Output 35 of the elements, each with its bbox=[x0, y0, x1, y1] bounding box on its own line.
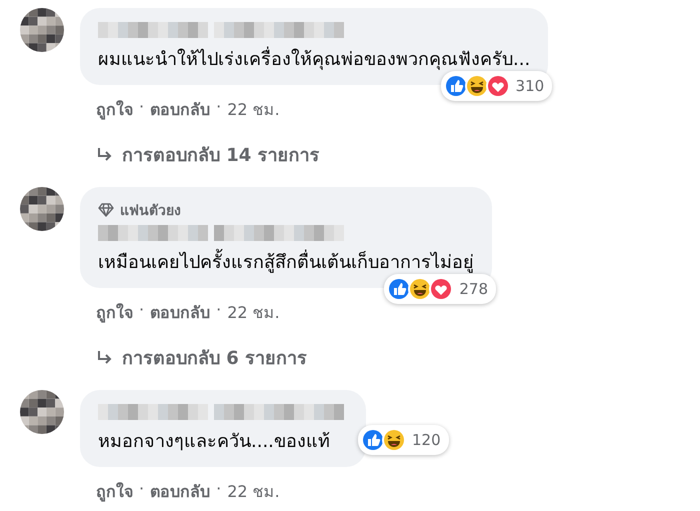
action-link[interactable]: ถูกใจ bbox=[96, 300, 133, 325]
separator-dot: · bbox=[216, 300, 222, 321]
laughing-face-icon bbox=[464, 74, 489, 98]
action-link[interactable]: ตอบกลับ bbox=[150, 300, 210, 325]
action-link[interactable]: ถูกใจ bbox=[96, 97, 133, 122]
action-link[interactable]: ถูกใจ bbox=[96, 479, 133, 504]
timestamp[interactable]: 22 ชม. bbox=[227, 479, 280, 504]
reaction-count[interactable]: 278 bbox=[384, 274, 496, 304]
separator-dot: · bbox=[139, 479, 144, 500]
view-replies-link[interactable]: การตอบกลับ 14 รายการ bbox=[122, 140, 320, 169]
separator-dot: · bbox=[139, 97, 144, 118]
heart-icon bbox=[429, 277, 454, 301]
heart-icon bbox=[486, 74, 510, 98]
laughing-face-icon bbox=[382, 428, 406, 452]
laughing-face-icon bbox=[408, 277, 432, 301]
separator-dot: · bbox=[139, 300, 144, 321]
diamond-icon bbox=[98, 203, 114, 217]
reply-arrow-icon bbox=[96, 348, 114, 366]
thumbs-up-icon bbox=[444, 74, 468, 98]
separator-dot: · bbox=[216, 97, 222, 118]
reaction-count[interactable]: 120 bbox=[358, 424, 449, 454]
reaction-count[interactable]: 310 bbox=[440, 71, 552, 101]
timestamp[interactable]: 22 ชม. bbox=[227, 97, 280, 122]
comment-text: หมอกจางๆและควัน....ของแท้ bbox=[98, 430, 331, 454]
separator-dot: · bbox=[216, 479, 222, 500]
comment-text: เหมือนเคยไปครั้งแรกสู้สึกตื่นเต้นเก็บอาการไม่อยู่ bbox=[98, 247, 474, 276]
thumbs-up-icon bbox=[387, 277, 412, 301]
thumbs-up-icon bbox=[361, 428, 385, 452]
comment-text: ผมแนะนำให้ไปเร่งเครื่องให้คุณพ่อของพวกคุณฟังครับ... bbox=[98, 44, 530, 73]
reply-arrow-icon bbox=[96, 146, 114, 164]
fan-label: แฟนตัวยง bbox=[120, 202, 181, 221]
action-link[interactable]: ตอบกลับ bbox=[150, 479, 210, 504]
action-link[interactable]: ตอบกลับ bbox=[150, 97, 210, 122]
timestamp[interactable]: 22 ชม. bbox=[227, 300, 280, 325]
view-replies-link[interactable]: การตอบกลับ 6 รายการ bbox=[122, 343, 308, 372]
